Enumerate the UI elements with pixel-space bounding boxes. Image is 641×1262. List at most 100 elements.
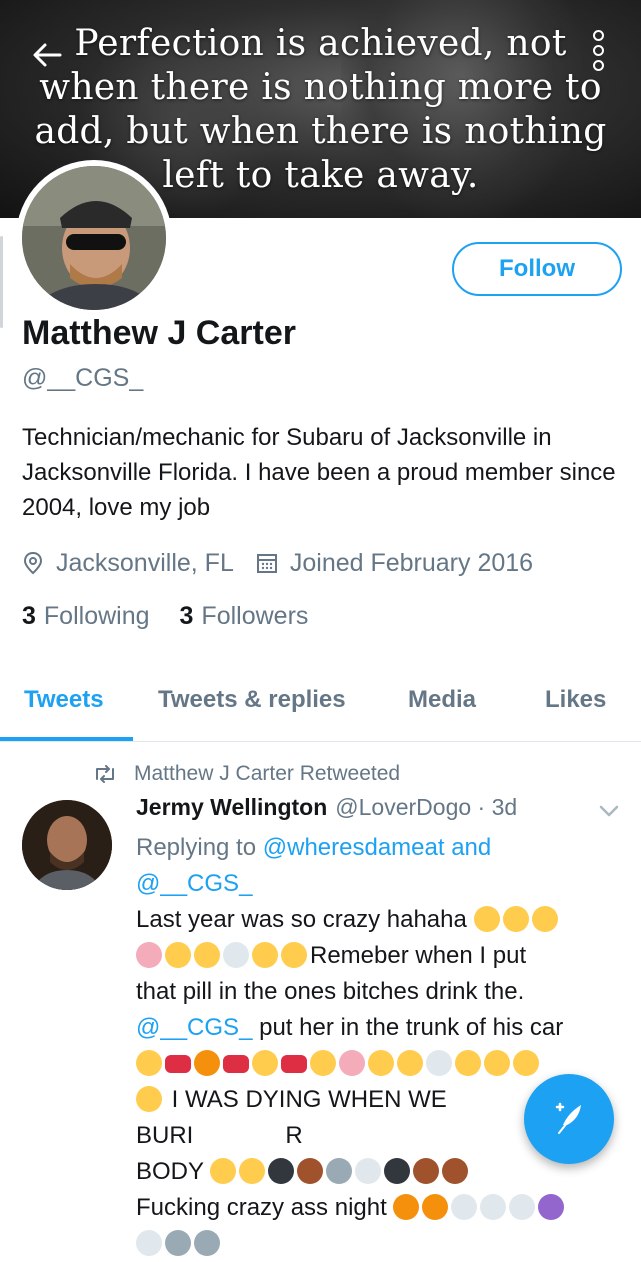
tweet-reply-context: Replying to @wheresdameat and xyxy=(136,830,616,866)
replying-to-prefix: Replying to xyxy=(136,834,257,861)
tweet-text-line: that pill in the ones bitches drink the. xyxy=(136,978,525,1005)
location-pin-icon xyxy=(22,551,44,575)
emoji-icon xyxy=(355,1158,382,1184)
banner-quote-line: Perfection is achieved, not xyxy=(74,23,567,64)
followers-label: Followers xyxy=(201,602,309,630)
emoji-icon xyxy=(194,1050,220,1076)
emoji-icon xyxy=(513,1050,539,1076)
more-options-icon[interactable] xyxy=(588,30,608,74)
emoji-icon xyxy=(473,906,500,932)
retweet-notice: Matthew J Carter Retweeted xyxy=(92,762,400,786)
emoji-icon xyxy=(326,1158,353,1184)
emoji-icon xyxy=(281,942,307,968)
emoji-icon xyxy=(268,1158,295,1184)
emoji-icon xyxy=(252,942,278,968)
emoji-icon xyxy=(165,1055,191,1073)
emoji-icon xyxy=(210,1158,237,1184)
tweet-reply-context-2: @__CGS_ xyxy=(136,866,616,902)
follow-button[interactable]: Follow xyxy=(452,242,622,296)
emoji-icon xyxy=(136,942,162,968)
emoji-icon xyxy=(397,1050,423,1076)
emoji-icon xyxy=(310,1050,336,1076)
banner-quote-line: add, but when there is nothing xyxy=(34,111,607,152)
emoji-icon xyxy=(442,1158,469,1184)
emoji-icon xyxy=(426,1050,452,1076)
tweet-text-line: Remeber when I put xyxy=(136,938,616,974)
follow-counts: 3 Following 3 Followers xyxy=(22,602,338,631)
emoji-icon xyxy=(538,1194,565,1220)
emoji-icon xyxy=(281,1055,307,1073)
profile-bio: Technician/mechanic for Subaru of Jackso… xyxy=(22,424,616,521)
emoji-icon xyxy=(223,942,249,968)
retweet-icon xyxy=(92,765,118,783)
calendar-icon xyxy=(256,551,278,575)
tweet-text: Fucking crazy ass night xyxy=(136,1194,387,1221)
followers-link[interactable]: 3 Followers xyxy=(180,602,309,631)
emoji-icon xyxy=(194,1230,220,1256)
emoji-icon xyxy=(165,942,191,968)
tweet-body: Replying to @wheresdameat and @__CGS_ La… xyxy=(136,830,616,1262)
tweet-text: R xyxy=(285,1122,303,1149)
banner-quote-line: when there is nothing more to xyxy=(39,67,602,108)
following-link[interactable]: 3 Following xyxy=(22,602,150,631)
emoji-icon xyxy=(194,942,220,968)
profile-avatar[interactable] xyxy=(16,160,172,316)
profile-tabs: Tweets Tweets & replies Media Likes xyxy=(0,672,641,742)
tweet-text-line: @__CGS_ put her in the trunk of his car xyxy=(136,1010,616,1046)
emoji-icon xyxy=(413,1158,440,1184)
emoji-icon xyxy=(393,1194,420,1220)
tweet-header: Jermy Wellington @LoverDogo · 3d xyxy=(136,794,517,821)
tweet-text: Last year was so crazy hahaha xyxy=(136,906,467,933)
tweet-emoji-line xyxy=(136,1226,616,1262)
retweet-notice-text: Matthew J Carter Retweeted xyxy=(134,762,401,785)
replying-to-mention[interactable]: @wheresdameat and xyxy=(263,834,492,861)
edge-handle xyxy=(0,236,3,328)
emoji-icon xyxy=(422,1194,449,1220)
tweet-text-line: Fucking crazy ass night xyxy=(136,1190,616,1226)
profile-meta: Jacksonville, FL Joined February 2016 xyxy=(22,546,533,580)
tweet-mention[interactable]: @__CGS_ xyxy=(136,1014,252,1041)
tab-tweets[interactable]: Tweets xyxy=(24,686,104,714)
profile-name: Matthew J Carter xyxy=(22,314,296,352)
emoji-icon xyxy=(451,1194,478,1220)
tweet-emoji-line xyxy=(136,1046,616,1082)
chevron-down-icon[interactable] xyxy=(598,804,620,818)
following-count: 3 xyxy=(22,602,36,630)
emoji-icon xyxy=(368,1050,394,1076)
tab-divider xyxy=(0,741,641,742)
avatar-photo xyxy=(22,166,166,310)
following-label: Following xyxy=(43,602,150,630)
emoji-icon xyxy=(136,1086,162,1112)
tweet-author-handle[interactable]: @LoverDogo · 3d xyxy=(335,794,517,821)
profile-joined-date: Joined February 2016 xyxy=(289,548,534,577)
tweet-text: put her in the trunk of his car xyxy=(259,1014,564,1041)
emoji-icon xyxy=(136,1230,162,1256)
emoji-icon xyxy=(223,1055,249,1073)
emoji-icon xyxy=(297,1158,324,1184)
emoji-icon xyxy=(239,1158,266,1184)
emoji-icon xyxy=(252,1050,278,1076)
emoji-icon xyxy=(384,1158,411,1184)
tweet-text-line: BODY xyxy=(136,1154,616,1190)
emoji-icon xyxy=(509,1194,536,1220)
compose-tweet-icon xyxy=(547,1095,591,1144)
replying-to-mention[interactable]: @__CGS_ xyxy=(136,870,252,897)
compose-tweet-button[interactable] xyxy=(524,1074,614,1164)
tweet-author-avatar[interactable] xyxy=(22,800,112,890)
emoji-icon xyxy=(339,1050,365,1076)
followers-count: 3 xyxy=(179,602,194,630)
emoji-icon xyxy=(165,1230,191,1256)
emoji-icon xyxy=(531,906,558,932)
tweet-text-line: Last year was so crazy hahaha xyxy=(136,902,616,938)
tweet-author-name[interactable]: Jermy Wellington xyxy=(136,794,327,821)
emoji-icon xyxy=(136,1050,162,1076)
profile-location: Jacksonville, FL xyxy=(56,548,234,577)
emoji-icon xyxy=(455,1050,481,1076)
emoji-icon xyxy=(484,1050,510,1076)
tab-media[interactable]: Media xyxy=(408,686,476,714)
tab-likes[interactable]: Likes xyxy=(545,686,606,714)
back-arrow-icon[interactable] xyxy=(30,38,64,72)
tab-tweets-replies[interactable]: Tweets & replies xyxy=(158,686,346,714)
tweet-text: BODY xyxy=(136,1158,204,1185)
emoji-icon xyxy=(480,1194,507,1220)
